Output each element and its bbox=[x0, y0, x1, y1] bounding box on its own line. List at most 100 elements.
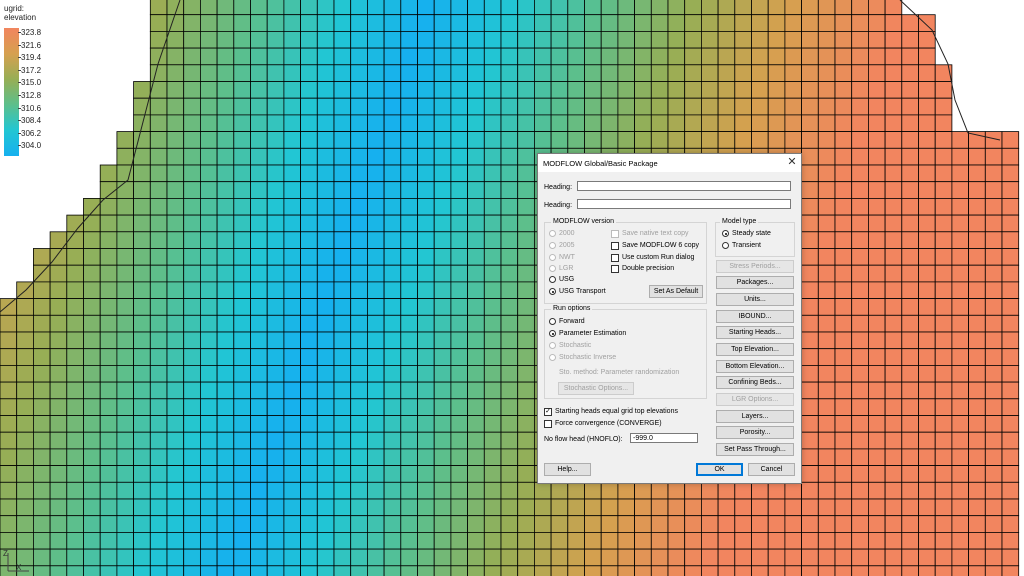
grid-cell bbox=[918, 498, 936, 517]
grid-cell bbox=[717, 532, 736, 550]
close-icon[interactable]: ✕ bbox=[785, 156, 799, 170]
grid-cell bbox=[166, 14, 185, 32]
grid-cell bbox=[450, 331, 468, 350]
version-lgr-radio[interactable] bbox=[549, 265, 556, 272]
grid-cell bbox=[534, 498, 552, 517]
run-forward-radio[interactable] bbox=[549, 318, 556, 325]
grid-cell bbox=[400, 532, 418, 550]
starting-heads-checkbox[interactable]: ✓ bbox=[544, 408, 552, 416]
units-button[interactable]: Units... bbox=[716, 293, 794, 306]
grid-cell bbox=[450, 348, 468, 366]
packages-button[interactable]: Packages... bbox=[716, 276, 794, 289]
grid-cell bbox=[199, 498, 218, 517]
grid-cell bbox=[99, 532, 118, 550]
version-usg-transport-radio[interactable] bbox=[549, 288, 556, 295]
grid-cell bbox=[734, 81, 752, 99]
version-usg-radio[interactable] bbox=[549, 276, 556, 283]
grid-cell bbox=[801, 181, 819, 199]
confining-beds-button[interactable]: Confining Beds... bbox=[716, 376, 794, 389]
layers-button[interactable]: Layers... bbox=[716, 410, 794, 423]
grid-cell bbox=[667, 114, 686, 133]
grid-cell bbox=[834, 348, 853, 366]
grid-cell bbox=[83, 364, 101, 383]
set-as-default-button[interactable]: Set As Default bbox=[649, 285, 703, 298]
run-parameter-estimation-radio[interactable] bbox=[549, 330, 556, 337]
grid-cell bbox=[216, 131, 235, 149]
stress-periods-button[interactable]: Stress Periods... bbox=[716, 260, 794, 273]
grid-cell bbox=[316, 197, 335, 216]
version-nwt-radio[interactable] bbox=[549, 254, 556, 261]
grid-cell bbox=[333, 448, 352, 466]
stochastic-options-button[interactable]: Stochastic Options... bbox=[558, 382, 634, 395]
run-stochastic-radio[interactable] bbox=[549, 342, 556, 349]
grid-cell bbox=[133, 548, 151, 567]
grid-cell bbox=[884, 231, 903, 249]
hnoflo-input[interactable]: -999.0 bbox=[630, 433, 698, 443]
grid-cell bbox=[166, 298, 185, 316]
ibound-button[interactable]: IBOUND... bbox=[716, 310, 794, 323]
grid-cell bbox=[834, 532, 853, 550]
starting-heads-button[interactable]: Starting Heads... bbox=[716, 326, 794, 339]
cancel-button[interactable]: Cancel bbox=[748, 463, 795, 476]
grid-cell bbox=[934, 548, 953, 567]
grid-cell bbox=[968, 565, 986, 576]
heading1-input[interactable] bbox=[577, 181, 791, 191]
save-mf6-checkbox[interactable] bbox=[611, 242, 619, 250]
help-button[interactable]: Help... bbox=[544, 463, 591, 476]
double-precision-checkbox[interactable] bbox=[611, 265, 619, 273]
grid-cell bbox=[634, 548, 652, 567]
ok-button[interactable]: OK bbox=[696, 463, 743, 476]
grid-cell bbox=[951, 364, 970, 383]
grid-cell bbox=[951, 197, 970, 216]
grid-cell bbox=[734, 114, 752, 133]
grid-cell bbox=[968, 465, 986, 483]
grid-cell bbox=[918, 331, 936, 350]
grid-cell bbox=[701, 515, 719, 533]
grid-cell bbox=[500, 131, 519, 149]
grid-cell bbox=[450, 298, 468, 316]
run-stochastic-inverse-radio[interactable] bbox=[549, 354, 556, 361]
grid-cell bbox=[433, 364, 452, 383]
grid-cell bbox=[350, 448, 368, 466]
grid-cell bbox=[483, 398, 502, 416]
bottom-elevation-button[interactable]: Bottom Elevation... bbox=[716, 360, 794, 373]
grid-cell bbox=[868, 314, 886, 333]
porosity-button[interactable]: Porosity... bbox=[716, 426, 794, 439]
grid-cell bbox=[300, 214, 318, 233]
version-2005-radio[interactable] bbox=[549, 242, 556, 249]
grid-cell bbox=[801, 465, 819, 483]
grid-cell bbox=[0, 515, 18, 533]
run-stochastic-inverse-label: Stochastic Inverse bbox=[559, 354, 617, 361]
grid-cell bbox=[283, 147, 301, 166]
save-native-checkbox[interactable] bbox=[611, 230, 619, 238]
heading2-input[interactable] bbox=[577, 199, 791, 209]
grid-cell bbox=[300, 515, 318, 533]
grid-cell bbox=[884, 431, 903, 450]
grid-cell bbox=[366, 532, 385, 550]
custom-run-checkbox[interactable] bbox=[611, 254, 619, 262]
grid-cell bbox=[600, 0, 619, 16]
grid-cell bbox=[600, 532, 619, 550]
grid-cell bbox=[250, 181, 268, 199]
transient-radio[interactable] bbox=[722, 242, 729, 249]
grid-cell bbox=[483, 181, 502, 199]
grid-cell bbox=[266, 298, 285, 316]
grid-cell bbox=[667, 498, 686, 517]
grid-cell bbox=[233, 481, 251, 500]
force-convergence-checkbox[interactable] bbox=[544, 420, 552, 428]
grid-cell bbox=[934, 131, 953, 149]
grid-cell bbox=[717, 14, 736, 32]
grid-cell bbox=[133, 181, 151, 199]
top-elevation-button[interactable]: Top Elevation... bbox=[716, 343, 794, 356]
version-2000-radio[interactable] bbox=[549, 230, 556, 237]
grid-cell bbox=[817, 448, 836, 466]
grid-cell bbox=[951, 348, 970, 366]
set-pass-through-button[interactable]: Set Pass Through... bbox=[716, 443, 794, 456]
grid-cell bbox=[684, 532, 702, 550]
grid-cell bbox=[851, 515, 869, 533]
steady-state-radio[interactable] bbox=[722, 230, 729, 237]
grid-cell bbox=[333, 64, 352, 82]
lgr-options-button[interactable]: LGR Options... bbox=[716, 393, 794, 406]
model-grid-view[interactable] bbox=[0, 0, 1024, 576]
grid-cell bbox=[83, 481, 101, 500]
